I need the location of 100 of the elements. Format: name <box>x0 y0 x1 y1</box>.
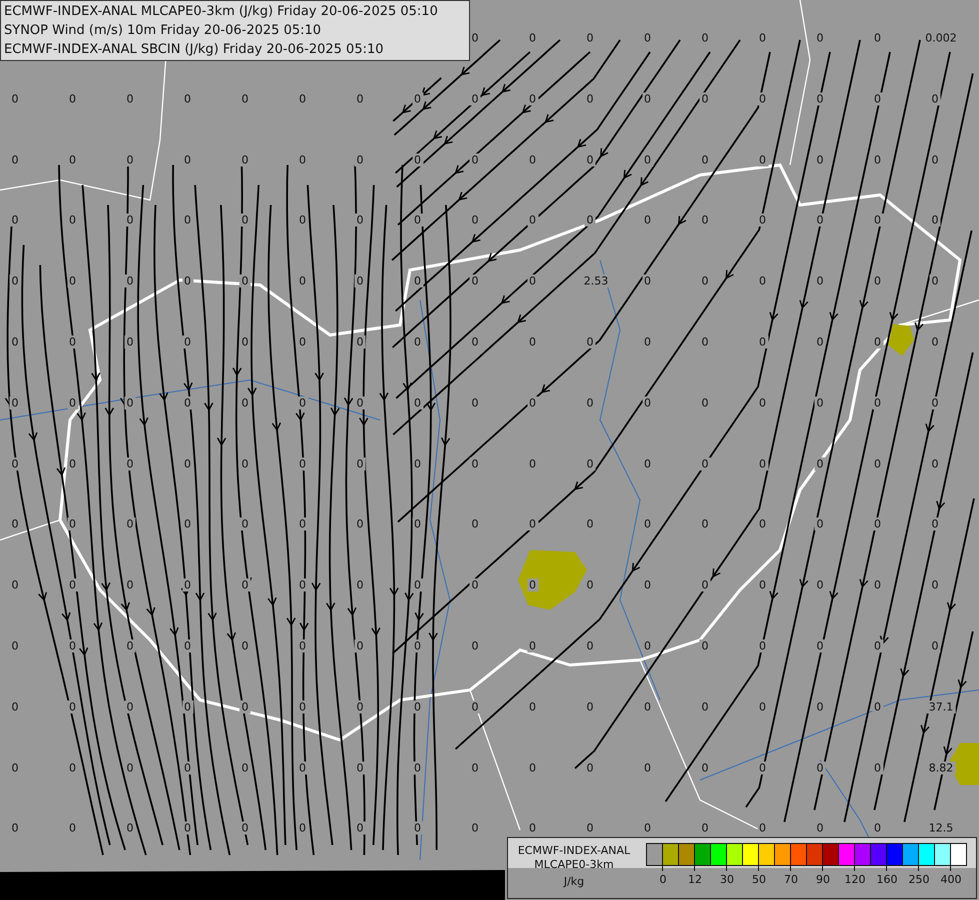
grid-value: 0 <box>584 822 596 835</box>
tick-label: 30 <box>720 873 734 886</box>
grid-value: 0 <box>757 518 768 531</box>
grid-value: 0 <box>642 274 653 288</box>
grid-value: 0 <box>700 761 710 774</box>
grid-value: 0 <box>527 518 538 531</box>
grid-value: 0 <box>642 761 653 774</box>
grid-value: 0 <box>67 822 78 835</box>
grid-value: 0 <box>182 518 193 531</box>
grid-value: 0 <box>412 761 423 774</box>
grid-value: 0 <box>814 396 826 410</box>
grid-value: 0 <box>814 700 826 714</box>
grid-value: 0 <box>412 214 423 227</box>
grid-value: 0 <box>527 336 538 348</box>
grid-value: 0 <box>584 214 596 227</box>
grid-value: 0 <box>124 640 136 652</box>
grid-value: 0 <box>470 92 480 106</box>
grid-value: 0 <box>182 214 193 227</box>
grid-value: 0 <box>872 518 883 531</box>
grid-value: 0 <box>814 518 826 531</box>
grid-value: 0 <box>930 336 940 348</box>
grid-value: 0 <box>124 336 136 348</box>
grid-value: 0 <box>584 578 596 592</box>
tick-label: 0 <box>660 873 666 886</box>
grid-value: 0 <box>642 518 653 531</box>
border-line <box>0 519 60 541</box>
grid-value: 0 <box>470 822 480 835</box>
grid-value: 0 <box>354 214 366 227</box>
grid-value: 0 <box>124 457 136 470</box>
grid-value: 0 <box>584 336 596 348</box>
grid-value: 0 <box>642 822 653 835</box>
cape-area <box>888 324 914 356</box>
grid-value: 0 <box>67 274 78 288</box>
grid-value: 0 <box>412 578 423 592</box>
grid-value: 0 <box>124 92 136 106</box>
grid-value: 0 <box>470 396 480 410</box>
grid-value: 0 <box>10 700 20 714</box>
grid-value: 0 <box>872 761 883 774</box>
grid-value: 0 <box>470 32 480 44</box>
tick-label: 400 <box>940 873 962 886</box>
grid-value: 0 <box>757 214 768 227</box>
grid-value: 0 <box>527 32 538 44</box>
grid-value: 0 <box>700 457 710 470</box>
grid-value: 0 <box>757 153 768 166</box>
grid-value: 0 <box>814 32 826 44</box>
grid-value: 0 <box>67 153 78 166</box>
cape-area <box>518 550 587 610</box>
grid-value: 0 <box>297 761 308 774</box>
grid-value: 0.002 <box>923 32 959 44</box>
legend-unit: J/kg <box>564 875 584 889</box>
grid-value: 0 <box>354 640 366 652</box>
grid-value: 0 <box>527 457 538 470</box>
grid-value: 0 <box>642 92 653 106</box>
grid-value: 0 <box>814 92 826 106</box>
grid-value: 0 <box>872 578 883 592</box>
grid-value: 0 <box>700 700 710 714</box>
grid-value: 0 <box>470 518 480 531</box>
grid-value: 0 <box>10 457 20 470</box>
grid-value: 0 <box>872 336 883 348</box>
grid-value: 0 <box>354 457 366 470</box>
grid-value: 0 <box>642 700 653 714</box>
grid-value: 0 <box>354 153 366 166</box>
grid-value: 0 <box>642 153 653 166</box>
grid-value: 0 <box>67 518 78 531</box>
grid-value: 0 <box>182 761 193 774</box>
tick-label: 12 <box>688 873 702 886</box>
grid-value: 0 <box>584 153 596 166</box>
grid-value: 0 <box>642 214 653 227</box>
tick-label: 70 <box>784 873 798 886</box>
grid-value: 0 <box>240 336 250 348</box>
grid-value: 0 <box>240 761 250 774</box>
grid-value: 0 <box>124 396 136 410</box>
grid-value: 0 <box>757 578 768 592</box>
grid-value: 0 <box>642 640 653 652</box>
grid-value: 0 <box>527 274 538 288</box>
grid-value: 0 <box>240 396 250 410</box>
grid-value: 37.1 <box>926 700 956 714</box>
grid-value: 0 <box>297 457 308 470</box>
grid-value: 0 <box>930 274 940 288</box>
grid-value: 0 <box>297 396 308 410</box>
grid-value: 0 <box>182 153 193 166</box>
grid-value: 0 <box>67 700 78 714</box>
grid-value: 0 <box>470 336 480 348</box>
grid-value: 0 <box>354 396 366 410</box>
grid-value: 0 <box>872 214 883 227</box>
grid-value: 0 <box>412 336 423 348</box>
grid-value: 0 <box>124 761 136 774</box>
grid-value: 0 <box>297 578 308 592</box>
grid-value: 0 <box>240 700 250 714</box>
grid-value: 0 <box>297 92 308 106</box>
grid-value: 0 <box>757 822 768 835</box>
grid-value: 0 <box>700 214 710 227</box>
grid-value: 0 <box>527 396 538 410</box>
grid-value: 0 <box>642 396 653 410</box>
grid-value: 0 <box>67 457 78 470</box>
grid-value: 0 <box>182 336 193 348</box>
grid-value: 0 <box>412 396 423 410</box>
grid-value: 0 <box>124 214 136 227</box>
grid-value: 0 <box>412 700 423 714</box>
grid-value: 0 <box>412 153 423 166</box>
